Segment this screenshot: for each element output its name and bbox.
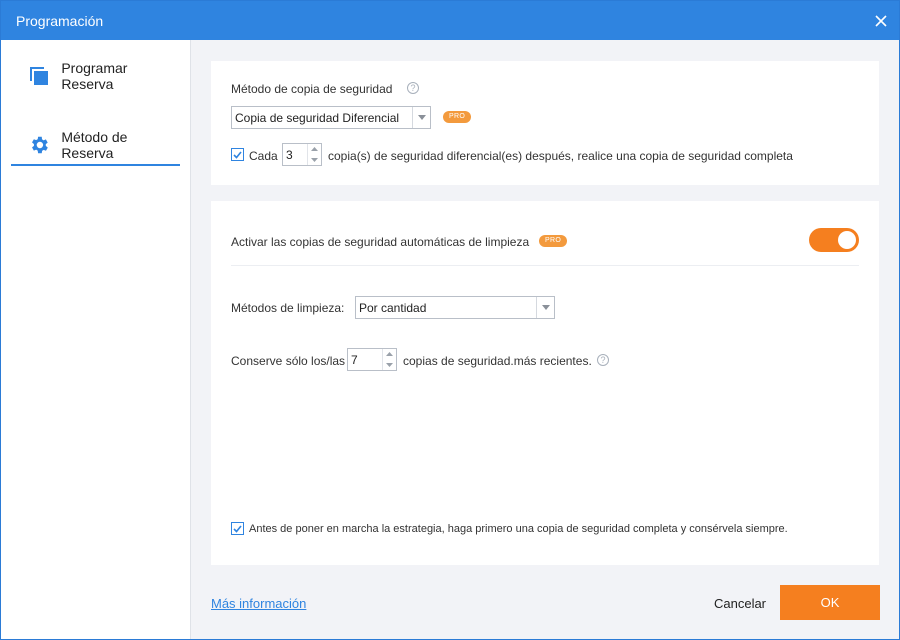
pro-badge: PRO xyxy=(443,111,472,123)
cancel-button[interactable]: Cancelar xyxy=(701,586,779,620)
pro-badge: PRO xyxy=(539,235,568,247)
keep-prefix-label: Conserve sólo los/las xyxy=(231,354,346,368)
every-n-checkbox[interactable] xyxy=(231,148,244,161)
full-backup-first-label: Antes de poner en marcha la estrategia, … xyxy=(249,523,788,535)
every-suffix-label: copia(s) de seguridad diferencial(es) de… xyxy=(328,149,793,163)
sidebar-item-backup-method[interactable]: Método de Reserva xyxy=(11,126,180,166)
divider xyxy=(231,265,859,266)
ok-button[interactable]: OK xyxy=(780,585,880,620)
close-icon xyxy=(875,15,887,27)
help-icon[interactable]: ? xyxy=(407,82,419,94)
sidebar-item-label: Método de Reserva xyxy=(61,129,128,161)
checkmark-icon xyxy=(233,524,242,533)
chevron-down-icon xyxy=(536,297,554,318)
more-info-link[interactable]: Más información xyxy=(211,596,306,611)
schedule-dialog: Programación Programar Reserva Método de… xyxy=(0,0,900,640)
sidebar: Programar Reserva Método de Reserva xyxy=(1,40,191,639)
keep-suffix-label: copias de seguridad.más recientes. xyxy=(403,354,592,368)
backup-method-select[interactable]: Copia de seguridad Diferencial xyxy=(231,106,431,129)
every-label: Cada xyxy=(249,149,278,163)
keep-count-value[interactable]: 7 xyxy=(348,353,382,367)
stepper-up-icon[interactable] xyxy=(383,349,396,360)
cleanup-toggle[interactable] xyxy=(809,228,859,252)
gear-icon xyxy=(27,133,50,157)
chevron-down-icon xyxy=(412,107,430,128)
copy-squares-icon xyxy=(27,64,50,88)
checkmark-icon xyxy=(233,150,242,159)
keep-count-stepper[interactable]: 7 xyxy=(347,348,397,371)
title-bar: Programación xyxy=(1,1,899,40)
stepper-up-icon[interactable] xyxy=(308,144,321,155)
window-title: Programación xyxy=(16,13,104,29)
full-backup-first-checkbox[interactable] xyxy=(231,522,244,535)
stepper-down-icon[interactable] xyxy=(383,360,396,371)
sidebar-item-schedule[interactable]: Programar Reserva xyxy=(11,56,180,96)
toggle-knob xyxy=(838,231,856,249)
cleanup-method-select[interactable]: Por cantidad xyxy=(355,296,555,319)
backup-method-label: Método de copia de seguridad xyxy=(231,82,393,96)
cleanup-method-label: Métodos de limpieza: xyxy=(231,301,345,315)
cleanup-panel: Activar las copias de seguridad automáti… xyxy=(211,201,879,565)
cleanup-enable-label: Activar las copias de seguridad automáti… xyxy=(231,235,530,249)
every-n-value[interactable]: 3 xyxy=(283,148,307,162)
close-button[interactable] xyxy=(869,9,893,33)
cleanup-method-value: Por cantidad xyxy=(359,300,427,315)
backup-method-panel: Método de copia de seguridad ? Copia de … xyxy=(211,61,879,185)
stepper-down-icon[interactable] xyxy=(308,155,321,166)
every-n-stepper[interactable]: 3 xyxy=(282,143,322,166)
backup-method-value: Copia de seguridad Diferencial xyxy=(235,110,400,125)
sidebar-item-label: Programar Reserva xyxy=(61,60,128,92)
help-icon[interactable]: ? xyxy=(597,354,609,366)
